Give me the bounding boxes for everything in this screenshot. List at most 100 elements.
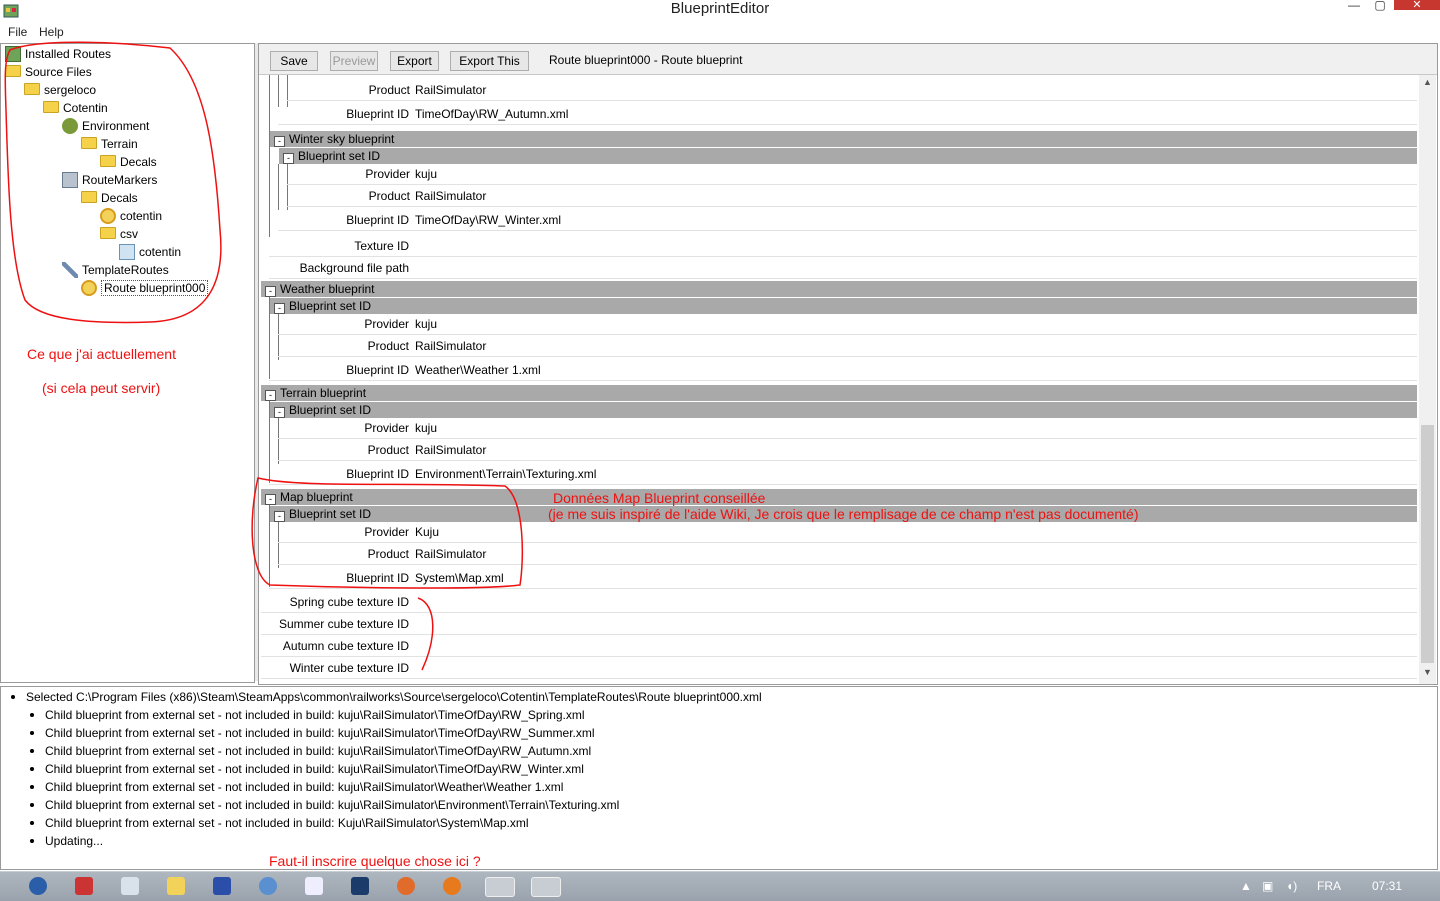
network-icon[interactable] [259, 877, 277, 895]
filezilla-icon[interactable] [75, 877, 93, 895]
summer-cube-texture-row[interactable]: Summer cube texture ID [261, 614, 1417, 635]
export-this-button[interactable]: Export This [450, 51, 529, 71]
terrain-product-row[interactable]: Product RailSimulator [278, 440, 1417, 461]
winter-product-row[interactable]: Product RailSimulator [287, 186, 1417, 207]
weather-product-row[interactable]: Product RailSimulator [278, 336, 1417, 357]
folder-icon [5, 65, 21, 77]
terrain-section[interactable]: - Terrain blueprint [261, 385, 1417, 401]
winter-sky-section[interactable]: - Winter sky blueprint [270, 131, 1417, 147]
remote-icon[interactable] [213, 877, 231, 895]
close-button[interactable]: ✕ [1394, 0, 1440, 11]
blueprint-editor-taskbar-icon[interactable] [531, 877, 561, 897]
weather-section[interactable]: - Weather blueprint [261, 281, 1417, 297]
terrain-blueprint-set-section[interactable]: - Blueprint set ID [270, 402, 1417, 418]
tree-node[interactable]: Route blueprint000 [81, 279, 209, 297]
tree-node[interactable]: TemplateRoutes [62, 261, 169, 279]
scroll-thumb[interactable] [1421, 425, 1434, 663]
language-indicator[interactable]: FRA [1317, 879, 1341, 893]
train-app-icon[interactable] [485, 877, 515, 897]
tree-node-label: sergeloco [44, 83, 97, 97]
tree-node[interactable]: csv [100, 225, 138, 243]
log-line: Selected C:\Program Files (x86)\Steam\St… [11, 688, 762, 706]
tree-node[interactable]: Installed Routes [5, 45, 111, 63]
minimize-button[interactable]: — [1340, 0, 1368, 12]
maximize-button[interactable]: ▢ [1366, 0, 1394, 12]
tray-arrow-icon[interactable]: ▲ [1240, 879, 1252, 893]
spring-cube-texture-row[interactable]: Spring cube texture ID [261, 592, 1417, 613]
environment-icon [62, 118, 78, 134]
autumn-blueprint-id-row[interactable]: Blueprint ID TimeOfDay\RW_Autumn.xml [278, 104, 1417, 125]
tree-node[interactable]: sergeloco [24, 81, 96, 99]
property-grid-scrollbar[interactable]: ▲ ▼ [1419, 75, 1436, 684]
clock[interactable]: 07:31 [1372, 879, 1402, 893]
photoshop-icon[interactable] [351, 877, 369, 895]
menu-help[interactable]: Help [39, 25, 64, 39]
bullet-icon [30, 821, 34, 825]
tree-node[interactable]: Decals [100, 153, 157, 171]
terrain-provider-row[interactable]: Provider kuju [278, 418, 1417, 439]
tree-node-label: csv [120, 227, 138, 241]
winter-blueprint-id-row[interactable]: Blueprint ID TimeOfDay\RW_Winter.xml [278, 210, 1417, 231]
tree-node[interactable]: cotentin [119, 243, 181, 261]
preview-button[interactable]: Preview [330, 51, 378, 71]
bullet-icon [30, 749, 34, 753]
tree-node[interactable]: RouteMarkers [62, 171, 157, 189]
tree-node[interactable]: Cotentin [43, 99, 108, 117]
property-grid: Product RailSimulator Blueprint ID TimeO… [259, 75, 1419, 684]
weather-blueprint-id-row[interactable]: Blueprint ID Weather\Weather 1.xml [269, 360, 1417, 381]
bullet-icon [30, 839, 34, 843]
window-title: BlueprintEditor [670, 0, 770, 17]
winter-blueprint-set-section[interactable]: - Blueprint set ID [279, 148, 1417, 164]
property-panel: Save Preview Export Export This Route bl… [258, 43, 1438, 685]
tree-node-label: cotentin [139, 245, 182, 259]
taskbar: ▲ ▣ ◖) FRA 07:31 [0, 871, 1440, 901]
tree-node[interactable]: Terrain [81, 135, 138, 153]
source-tree: Installed Routes Source Files sergeloco Cot… [0, 43, 255, 683]
toolbar: Save Preview Export Export This Route bl… [259, 44, 1437, 75]
title-bar: BlueprintEditor — ▢ ✕ [0, 0, 1440, 22]
autumn-product-row[interactable]: Product RailSimulator [287, 80, 1417, 101]
tree-node[interactable]: Environment [62, 117, 149, 135]
network-tray-icon[interactable]: ▣ [1262, 879, 1273, 893]
menu-bar: File Help [0, 22, 1440, 42]
tree-node-label: Source Files [25, 65, 92, 79]
explorer-icon[interactable] [167, 877, 185, 895]
texture-id-row[interactable]: Texture ID [269, 236, 1417, 257]
folder-icon [81, 191, 97, 203]
log-text: Child blueprint from external set - not … [45, 816, 529, 830]
document-icon[interactable] [305, 877, 323, 895]
tree-node-label: Decals [120, 155, 157, 169]
weather-blueprint-set-section[interactable]: - Blueprint set ID [270, 298, 1417, 314]
bullet-icon [30, 767, 34, 771]
tree-node[interactable]: Decals [81, 189, 138, 207]
winter-provider-row[interactable]: Provider kuju [287, 164, 1417, 185]
hp-icon[interactable] [29, 877, 47, 895]
bullet-icon [30, 803, 34, 807]
winter-cube-texture-row[interactable]: Winter cube texture ID [261, 658, 1417, 679]
menu-file[interactable]: File [8, 25, 27, 39]
tree-node[interactable]: Source Files [5, 63, 92, 81]
map-section[interactable]: - Map blueprint [261, 489, 1417, 505]
wrench-icon [62, 262, 78, 278]
save-button[interactable]: Save [270, 51, 318, 71]
scroll-up-icon[interactable]: ▲ [1421, 77, 1434, 91]
volume-icon[interactable]: ◖) [1286, 879, 1297, 893]
log-line: Child blueprint from external set - not … [30, 724, 595, 742]
bullet-icon [30, 713, 34, 717]
log-text: Child blueprint from external set - not … [45, 708, 585, 722]
output-log: Selected C:\Program Files (x86)\Steam\St… [0, 686, 1438, 870]
weather-provider-row[interactable]: Provider kuju [278, 314, 1417, 335]
firefox-icon[interactable] [443, 877, 461, 895]
map-provider-row[interactable]: Provider Kuju [278, 522, 1417, 543]
log-line: Child blueprint from external set - not … [30, 706, 585, 724]
scroll-down-icon[interactable]: ▼ [1421, 667, 1434, 681]
background-file-path-row[interactable]: Background file path [269, 258, 1417, 279]
terrain-blueprint-id-row[interactable]: Blueprint ID Environment\Terrain\Texturi… [269, 464, 1417, 485]
notepad-icon[interactable] [121, 877, 139, 895]
media-icon[interactable] [397, 877, 415, 895]
autumn-cube-texture-row[interactable]: Autumn cube texture ID [261, 636, 1417, 657]
map-product-row[interactable]: Product RailSimulator [278, 544, 1417, 565]
map-blueprint-id-row[interactable]: Blueprint ID System\Map.xml [269, 568, 1417, 589]
tree-node[interactable]: cotentin [100, 207, 162, 225]
export-button[interactable]: Export [390, 51, 439, 71]
